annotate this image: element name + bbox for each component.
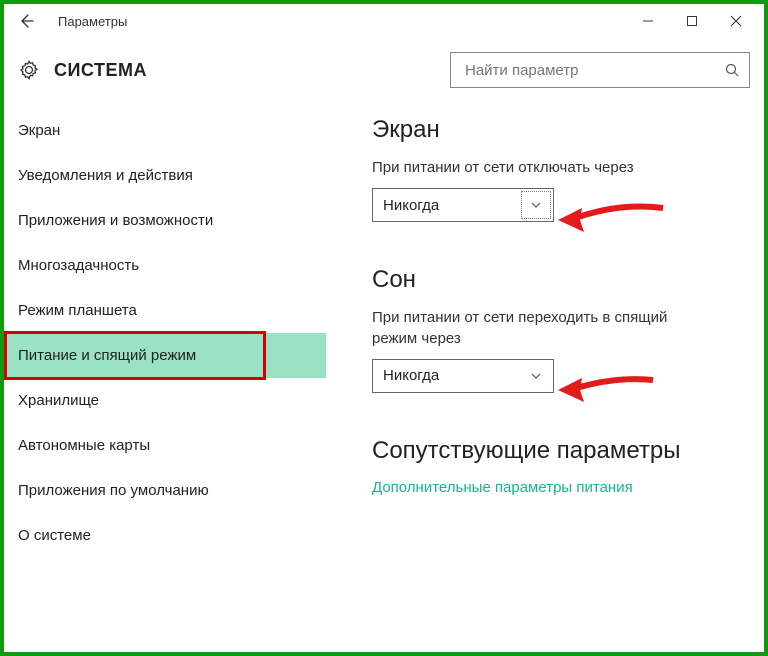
- section-screen: Экран При питании от сети отключать чере…: [372, 116, 744, 222]
- sidebar-item-multitasking[interactable]: Многозадачность: [4, 243, 326, 288]
- sidebar-item-label: Приложения по умолчанию: [18, 482, 209, 499]
- sidebar-item-storage[interactable]: Хранилище: [4, 378, 326, 423]
- settings-window: Параметры СИСТЕМА: [0, 0, 768, 656]
- chevron-down-icon: [519, 360, 553, 392]
- sidebar-item-label: Уведомления и действия: [18, 167, 193, 184]
- section-heading: Сон: [372, 266, 744, 294]
- sidebar-item-apps[interactable]: Приложения и возможности: [4, 198, 326, 243]
- section-related: Сопутствующие параметры Дополнительные п…: [372, 437, 744, 496]
- close-button[interactable]: [714, 6, 758, 36]
- close-icon: [730, 15, 742, 27]
- window-title: Параметры: [58, 14, 127, 29]
- sidebar-item-label: Многозадачность: [18, 257, 139, 274]
- gear-icon: [18, 59, 40, 81]
- section-heading: Экран: [372, 116, 744, 144]
- screen-off-select[interactable]: Никогда: [372, 188, 554, 222]
- search-input[interactable]: [463, 61, 723, 80]
- sidebar-item-label: О системе: [18, 527, 91, 544]
- sidebar-item-label: Режим планшета: [18, 302, 137, 319]
- sidebar: Экран Уведомления и действия Приложения …: [4, 98, 326, 650]
- screen-off-label: При питании от сети отключать через: [372, 158, 744, 178]
- body: Экран Уведомления и действия Приложения …: [4, 98, 764, 650]
- annotation-arrow-icon: [558, 200, 668, 240]
- sidebar-item-label: Приложения и возможности: [18, 212, 213, 229]
- maximize-button[interactable]: [670, 6, 714, 36]
- arrow-left-icon: [18, 13, 34, 29]
- section-sleep: Сон При питании от сети переходить в спя…: [372, 266, 744, 393]
- titlebar: Параметры: [4, 4, 764, 38]
- search-icon: [723, 61, 741, 79]
- sidebar-item-default-apps[interactable]: Приложения по умолчанию: [4, 468, 326, 513]
- page-title: СИСТЕМА: [54, 60, 147, 81]
- sidebar-item-label: Экран: [18, 122, 60, 139]
- sleep-select[interactable]: Никогда: [372, 359, 554, 393]
- back-button[interactable]: [14, 9, 38, 33]
- sidebar-item-offline-maps[interactable]: Автономные карты: [4, 423, 326, 468]
- sidebar-item-label: Питание и спящий режим: [18, 347, 196, 364]
- annotation-arrow-icon: [558, 372, 658, 408]
- sidebar-item-tablet[interactable]: Режим планшета: [4, 288, 326, 333]
- section-heading: Сопутствующие параметры: [372, 437, 744, 465]
- select-value: Никогда: [383, 197, 519, 214]
- minimize-icon: [642, 15, 654, 27]
- additional-power-link[interactable]: Дополнительные параметры питания: [372, 479, 744, 496]
- content: Экран При питании от сети отключать чере…: [326, 98, 764, 650]
- minimize-button[interactable]: [626, 6, 670, 36]
- sidebar-item-label: Хранилище: [18, 392, 99, 409]
- chevron-down-icon: [519, 189, 553, 221]
- sidebar-item-power-sleep[interactable]: Питание и спящий режим: [4, 333, 326, 378]
- sidebar-item-about[interactable]: О системе: [4, 513, 326, 558]
- sidebar-item-display[interactable]: Экран: [4, 108, 326, 153]
- search-box[interactable]: [450, 52, 750, 88]
- sleep-label: При питании от сети переходить в спящий …: [372, 308, 712, 349]
- maximize-icon: [686, 15, 698, 27]
- select-value: Никогда: [383, 367, 519, 384]
- sidebar-item-notifications[interactable]: Уведомления и действия: [4, 153, 326, 198]
- sidebar-item-label: Автономные карты: [18, 437, 150, 454]
- header: СИСТЕМА: [4, 38, 764, 98]
